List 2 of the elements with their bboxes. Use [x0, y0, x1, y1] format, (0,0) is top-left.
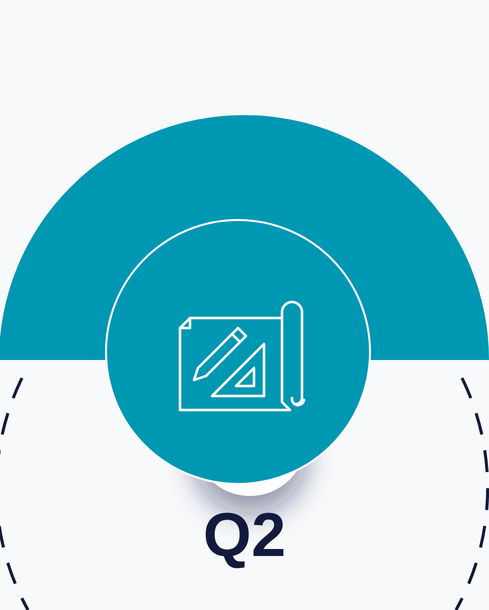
step-label: Q2 [203, 505, 286, 567]
blueprint-pencil-icon [178, 300, 306, 412]
